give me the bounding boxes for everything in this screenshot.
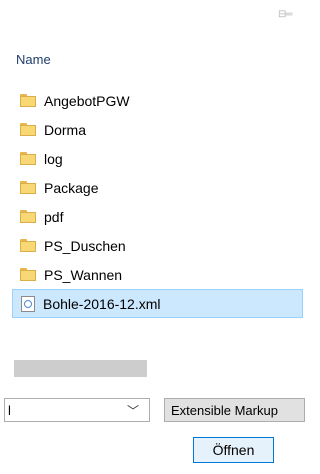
folder-icon xyxy=(20,94,36,107)
list-item-folder[interactable]: PS_Wannen xyxy=(12,260,303,289)
folder-icon xyxy=(20,210,36,223)
list-item-folder[interactable]: PS_Duschen xyxy=(12,231,303,260)
item-label: Bohle-2016-12.xml xyxy=(43,295,161,312)
item-label: pdf xyxy=(44,208,64,225)
list-item-file-selected[interactable]: Bohle-2016-12.xml xyxy=(12,289,303,318)
item-label: Package xyxy=(44,179,99,196)
folder-icon xyxy=(20,268,36,281)
list-item-folder[interactable]: pdf xyxy=(12,202,303,231)
chevron-down-icon[interactable]: ﹀ xyxy=(127,402,139,419)
folder-icon xyxy=(20,123,36,136)
filename-combobox[interactable]: l ﹀ xyxy=(4,398,150,422)
folder-icon xyxy=(20,181,36,194)
column-header-name[interactable]: Name xyxy=(16,52,51,67)
item-label: Dorma xyxy=(44,121,87,138)
filetype-label: Extensible Markup xyxy=(171,403,278,418)
item-label: log xyxy=(44,150,63,167)
folder-icon xyxy=(20,152,36,165)
details-view-icon[interactable]: ⊟═ xyxy=(278,9,300,21)
list-item-folder[interactable]: log xyxy=(12,144,303,173)
item-label: AngebotPGW xyxy=(44,92,130,109)
list-item-folder[interactable]: AngebotPGW xyxy=(12,86,303,115)
toolbar: ⊟═ xyxy=(0,0,303,40)
xml-file-icon xyxy=(21,295,35,312)
filetype-dropdown[interactable]: Extensible Markup xyxy=(164,398,305,422)
folder-icon xyxy=(20,239,36,252)
horizontal-scrollbar[interactable] xyxy=(14,360,147,377)
item-label: PS_Wannen xyxy=(44,266,123,283)
item-label: PS_Duschen xyxy=(44,237,126,254)
open-button[interactable]: Öffnen xyxy=(193,437,274,463)
filename-value: l xyxy=(8,403,11,418)
list-item-folder[interactable]: Package xyxy=(12,173,303,202)
list-item-folder[interactable]: Dorma xyxy=(12,115,303,144)
file-list: AngebotPGW Dorma log Package pdf PS_Dusc… xyxy=(12,86,303,318)
